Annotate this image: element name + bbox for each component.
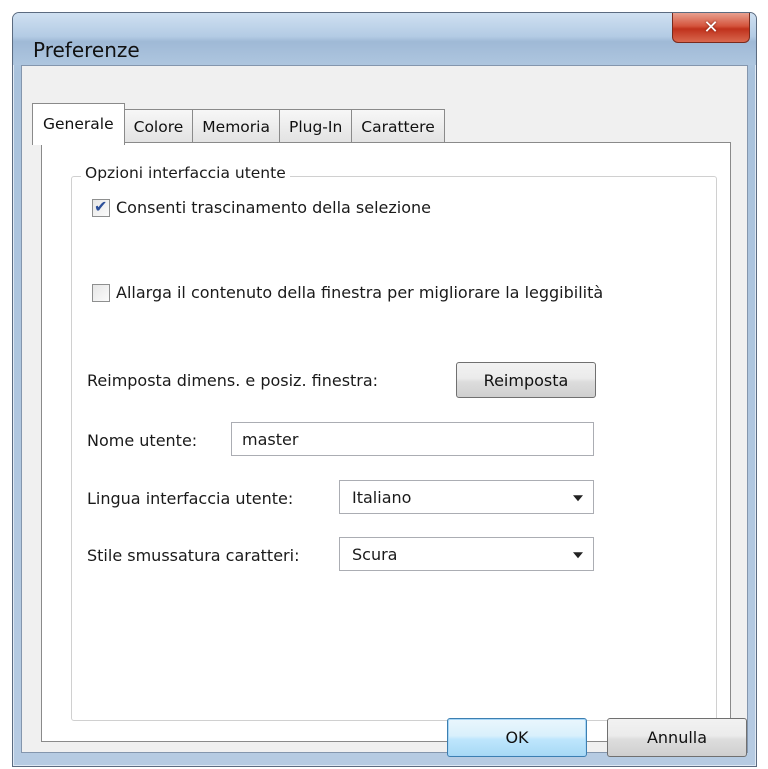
- dialog-client-area: Generale Colore Memoria Plug-In Caratter…: [21, 65, 748, 753]
- tab-generale[interactable]: Generale: [32, 103, 125, 145]
- cancel-button[interactable]: Annulla: [607, 718, 747, 757]
- ok-button[interactable]: OK: [447, 718, 587, 757]
- reset-button[interactable]: Reimposta: [456, 362, 596, 398]
- reset-window-label: Reimposta dimens. e posiz. finestra:: [87, 371, 379, 390]
- language-select[interactable]: Italiano: [339, 480, 594, 514]
- chevron-down-icon: [573, 495, 583, 502]
- username-label: Nome utente:: [87, 431, 198, 450]
- groupbox-legend: Opzioni interfaccia utente: [81, 164, 290, 182]
- tab-memoria[interactable]: Memoria: [192, 109, 280, 143]
- smoothing-value: Scura: [352, 544, 398, 564]
- tab-carattere[interactable]: Carattere: [351, 109, 445, 143]
- tab-strip: Generale Colore Memoria Plug-In Caratter…: [32, 103, 445, 145]
- smoothing-select[interactable]: Scura: [339, 537, 594, 571]
- language-value: Italiano: [352, 487, 412, 507]
- username-field[interactable]: master: [231, 422, 594, 456]
- preferences-dialog: Preferenze ✕ Generale Colore Memoria Plu…: [12, 12, 757, 767]
- drag-selection-label: Consenti trascinamento della selezione: [116, 198, 431, 217]
- tab-colore[interactable]: Colore: [123, 109, 194, 143]
- drag-selection-checkbox[interactable]: [92, 197, 110, 217]
- smoothing-label: Stile smussatura caratteri:: [87, 546, 300, 565]
- title-bar[interactable]: Preferenze ✕: [13, 13, 756, 65]
- window-title: Preferenze: [33, 38, 140, 62]
- enlarge-content-checkbox[interactable]: [92, 283, 110, 302]
- enlarge-content-label: Allarga il contenuto della finestra per …: [116, 283, 604, 302]
- tab-plug-in[interactable]: Plug-In: [278, 109, 353, 143]
- enlarge-content-option[interactable]: Allarga il contenuto della finestra per …: [92, 283, 603, 302]
- chevron-down-icon: [573, 552, 583, 559]
- drag-selection-option[interactable]: Consenti trascinamento della selezione: [92, 197, 431, 217]
- language-label: Lingua interfaccia utente:: [87, 489, 294, 508]
- close-button[interactable]: ✕: [672, 13, 750, 43]
- close-icon: ✕: [703, 17, 719, 38]
